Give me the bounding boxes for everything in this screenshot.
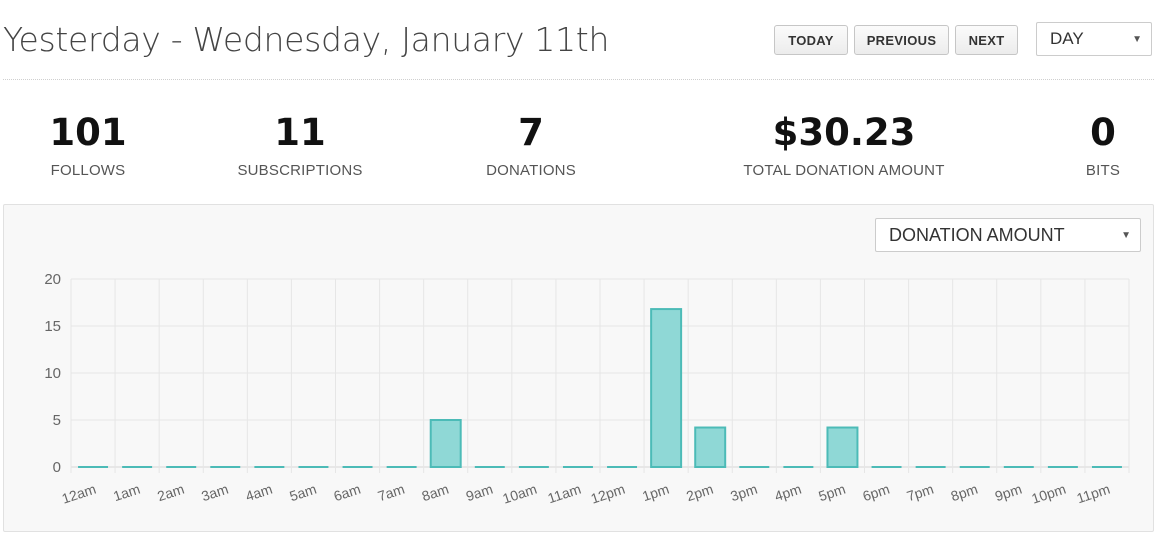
bar-8am xyxy=(429,419,462,468)
bar-2pm xyxy=(694,426,727,469)
y-tick-label: 5 xyxy=(53,412,61,429)
stat-value: 11 xyxy=(274,111,326,154)
y-tick-label: 10 xyxy=(44,365,61,382)
x-tick-label: 11am xyxy=(546,481,583,507)
x-tick-label: 3am xyxy=(199,481,230,505)
donation-bar-chart: 0510152012am 1am 2am 3am 4am 5am 6am 7am 8am 9am 1… xyxy=(44,271,1130,507)
x-tick-label: 7pm xyxy=(905,481,936,505)
x-tick-label: 10am xyxy=(501,481,539,507)
x-tick-label: 4pm xyxy=(772,481,803,505)
x-tick-label: 12pm xyxy=(589,481,627,507)
header-divider xyxy=(3,79,1154,80)
y-tick-label: 0 xyxy=(53,459,61,476)
page-title: Yesterday - Wednesday, January 11th xyxy=(3,20,610,59)
stat-label: FOLLOWS xyxy=(50,162,126,179)
x-tick-label: 9am xyxy=(464,481,495,505)
stat-subscriptions: 11 SUBSCRIPTIONS xyxy=(230,110,370,179)
chart-panel: DONATION AMOUNT ▼ 0 5 10 15 20 12am 1am 2am 3am 4… xyxy=(3,204,1154,532)
x-tick-label: 1am xyxy=(111,481,142,505)
x-tick-label: 10pm xyxy=(1030,481,1068,507)
y-tick-label: 15 xyxy=(44,318,61,335)
y-tick-label: 20 xyxy=(44,271,61,288)
stat-bits: 0 BITS xyxy=(1068,110,1138,179)
header: Yesterday - Wednesday, January 11th TODA… xyxy=(0,0,1162,80)
period-select-value: DAY xyxy=(1050,29,1084,48)
x-tick-label: 7am xyxy=(376,481,407,505)
stat-donations: 7 DONATIONS xyxy=(471,110,591,179)
stat-label: DONATIONS xyxy=(486,162,576,179)
stat-total-donation-amount: $30.23 TOTAL DONATION AMOUNT xyxy=(734,110,954,179)
previous-button[interactable]: PREVIOUS xyxy=(854,25,949,55)
x-tick-label: 3pm xyxy=(728,481,759,505)
x-tick-label: 1pm xyxy=(640,481,671,505)
bar-5pm xyxy=(826,426,859,469)
stat-label: BITS xyxy=(1085,162,1121,179)
x-tick-label: 5am xyxy=(288,481,319,505)
period-select[interactable]: DAY ▼ xyxy=(1036,22,1152,56)
x-tick-label: 9pm xyxy=(993,481,1024,505)
stat-value: 7 xyxy=(518,111,544,154)
x-tick-label: 5pm xyxy=(817,481,848,505)
x-tick-label: 12am xyxy=(60,481,98,507)
stat-value: 0 xyxy=(1090,111,1116,154)
chevron-down-icon: ▼ xyxy=(1132,33,1142,45)
next-button[interactable]: NEXT xyxy=(955,25,1018,55)
today-button[interactable]: TODAY xyxy=(774,25,848,55)
x-tick-label: 2pm xyxy=(684,481,715,505)
stat-value: $30.23 xyxy=(772,111,916,154)
x-tick-label: 4am xyxy=(243,481,274,505)
bar-1pm xyxy=(650,308,683,468)
stat-follows: 101 FOLLOWS xyxy=(38,110,138,179)
x-tick-label: 8am xyxy=(420,481,451,505)
stat-value: 101 xyxy=(49,111,127,154)
x-tick-label: 2am xyxy=(155,481,186,505)
stat-label: TOTAL DONATION AMOUNT xyxy=(743,162,945,179)
x-tick-label: 11pm xyxy=(1075,481,1112,507)
x-tick-label: 6pm xyxy=(861,481,892,505)
stat-label: SUBSCRIPTIONS xyxy=(237,162,363,179)
x-tick-label: 8pm xyxy=(949,481,980,505)
x-tick-label: 6am xyxy=(332,481,363,505)
